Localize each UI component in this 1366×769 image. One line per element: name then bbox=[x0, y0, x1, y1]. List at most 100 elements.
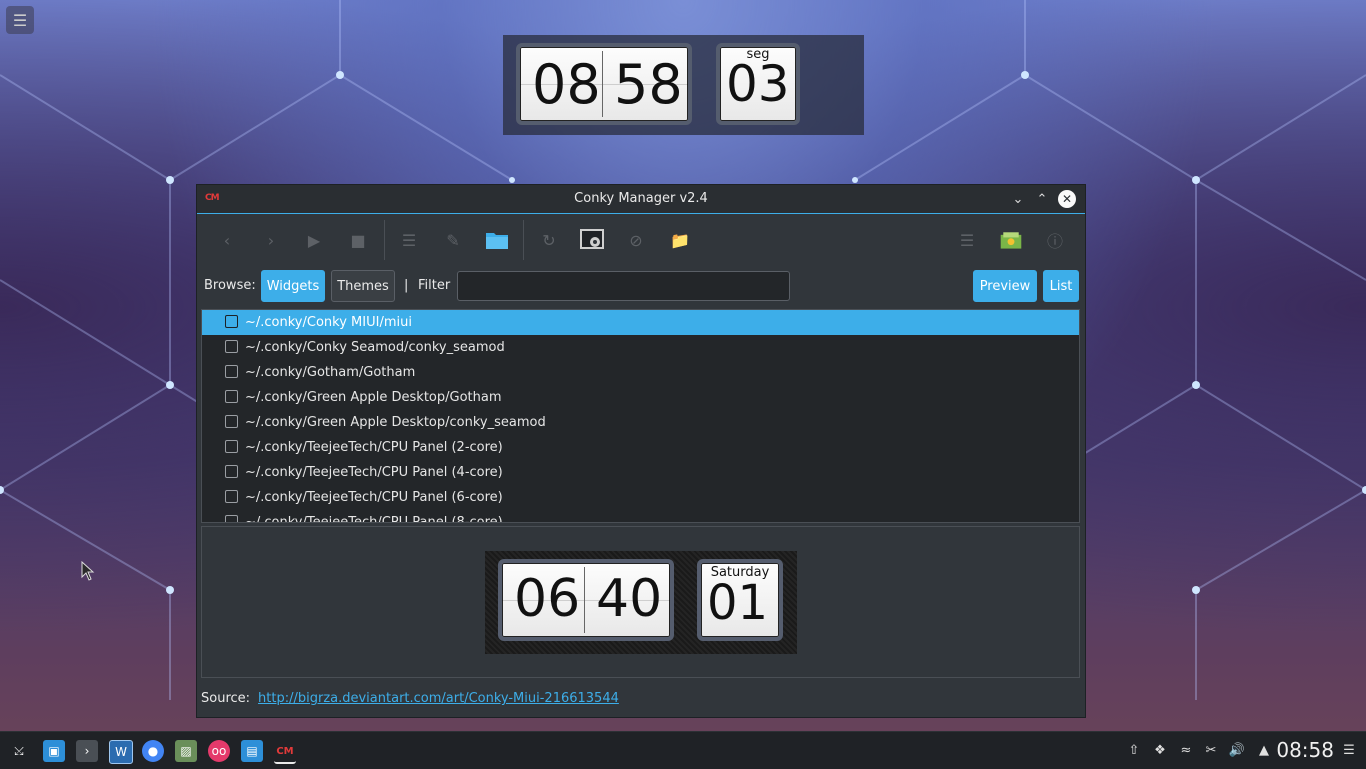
item-checkbox[interactable] bbox=[225, 340, 238, 353]
preview-image: 06 40 Saturday 01 bbox=[485, 551, 797, 654]
dropbox-tray[interactable]: ❖ bbox=[1151, 741, 1169, 759]
filter-input[interactable] bbox=[457, 271, 790, 301]
kill-button[interactable]: ⊘ bbox=[624, 228, 648, 252]
forward-button[interactable]: › bbox=[259, 228, 283, 252]
mouse-cursor-icon bbox=[81, 561, 95, 581]
list-item[interactable]: ~/.conky/Gotham/Gotham bbox=[202, 360, 1079, 385]
back-icon: ‹ bbox=[223, 230, 231, 250]
stop-button[interactable]: ■ bbox=[346, 228, 370, 252]
themes-button[interactable]: Themes bbox=[331, 270, 395, 302]
list-item[interactable]: ~/.conky/TeejeeTech/CPU Panel (6-core) bbox=[202, 485, 1079, 510]
item-checkbox[interactable] bbox=[225, 515, 238, 522]
preview-time-card: 06 40 bbox=[498, 559, 674, 641]
widgets-button[interactable]: Widgets bbox=[261, 270, 325, 302]
clipboard-icon: ✂ bbox=[1205, 742, 1217, 758]
flickr-button[interactable]: oo bbox=[208, 740, 230, 762]
item-path: ~/.conky/Gotham/Gotham bbox=[245, 365, 416, 380]
expand-icon: ▲ bbox=[1259, 742, 1269, 758]
update-tray[interactable]: ⇧ bbox=[1125, 741, 1143, 759]
info-icon: ⓘ bbox=[1046, 232, 1063, 251]
close-button[interactable]: ✕ bbox=[1058, 190, 1076, 208]
donate-button[interactable] bbox=[999, 228, 1023, 252]
list-item[interactable]: ~/.conky/TeejeeTech/CPU Panel (4-core) bbox=[202, 460, 1079, 485]
open-folder-icon bbox=[486, 233, 508, 249]
start-button[interactable]: ▶ bbox=[302, 228, 326, 252]
refresh-button[interactable]: ↻ bbox=[537, 228, 561, 252]
item-path: ~/.conky/Green Apple Desktop/conky_seamo… bbox=[245, 415, 546, 430]
expand-tray-button[interactable]: ▲ bbox=[1255, 741, 1273, 759]
window-titlebar[interactable]: CM Conky Manager v2.4 ⌄ ⌃ ✕ bbox=[197, 185, 1085, 214]
list-item[interactable]: ~/.conky/Green Apple Desktop/Gotham bbox=[202, 385, 1079, 410]
back-button[interactable]: ‹ bbox=[215, 228, 239, 252]
item-path: ~/.conky/TeejeeTech/CPU Panel (2-core) bbox=[245, 440, 503, 455]
browse-label: Browse: bbox=[204, 278, 256, 293]
close-icon: ✕ bbox=[1061, 192, 1073, 206]
chevron-down-icon: ⌄ bbox=[1012, 191, 1024, 207]
hamburger-icon: ☰ bbox=[12, 10, 28, 30]
dropbox-icon: ❖ bbox=[1154, 742, 1166, 758]
taskbar-menu-button[interactable]: ☰ bbox=[1340, 741, 1358, 759]
settings-icon: ☰ bbox=[959, 230, 975, 250]
image-viewer-icon: ▨ bbox=[180, 744, 192, 758]
document-icon: ▤ bbox=[246, 744, 258, 758]
item-checkbox[interactable] bbox=[225, 490, 238, 503]
clock-minute: 58 bbox=[614, 53, 683, 116]
preview-button[interactable]: Preview bbox=[973, 270, 1037, 302]
desktop-menu-button[interactable]: ☰ bbox=[6, 6, 34, 34]
item-checkbox[interactable] bbox=[225, 415, 238, 428]
wifi-icon: ≈ bbox=[1180, 742, 1192, 758]
source-line: Source: http://bigrza.deviantart.com/art/… bbox=[201, 691, 619, 706]
preview-pane: 06 40 Saturday 01 bbox=[201, 526, 1080, 678]
browser-button[interactable]: ● bbox=[142, 740, 164, 762]
screenshot-button[interactable] bbox=[580, 228, 604, 252]
edit-button[interactable]: ✎ bbox=[441, 228, 465, 252]
source-link[interactable]: http://bigrza.deviantart.com/art/Conky-M… bbox=[258, 691, 619, 706]
widget-list[interactable]: ~/.conky/Conky MIUI/miui ~/.conky/Conky … bbox=[201, 309, 1080, 523]
wifi-tray[interactable]: ≈ bbox=[1177, 741, 1195, 759]
play-icon: ▶ bbox=[307, 230, 321, 250]
list-item[interactable]: ~/.conky/Conky Seamod/conky_seamod bbox=[202, 335, 1079, 360]
item-checkbox[interactable] bbox=[225, 390, 238, 403]
settings-button[interactable]: ☰ bbox=[955, 228, 979, 252]
terminal-button[interactable]: › bbox=[76, 740, 98, 762]
kill-icon: ⊘ bbox=[629, 230, 643, 250]
launcher-button[interactable]: ⤩ bbox=[8, 740, 30, 762]
folder-icon: 📁 bbox=[670, 230, 690, 250]
list-item[interactable]: ~/.conky/Green Apple Desktop/conky_seamo… bbox=[202, 410, 1079, 435]
conky-manager-window: CM Conky Manager v2.4 ⌄ ⌃ ✕ ‹ › ▶ ■ ☰ ✎ … bbox=[196, 184, 1086, 718]
list-item[interactable]: ~/.conky/TeejeeTech/CPU Panel (2-core) bbox=[202, 435, 1079, 460]
item-path: ~/.conky/TeejeeTech/CPU Panel (4-core) bbox=[245, 465, 503, 480]
preview-minute: 40 bbox=[596, 569, 663, 629]
info-button[interactable]: ⓘ bbox=[1043, 228, 1067, 252]
wps-writer-icon: W bbox=[115, 745, 127, 759]
taskbar-clock[interactable]: 08:58 bbox=[1276, 738, 1334, 762]
list-item[interactable]: ~/.conky/Conky MIUI/miui bbox=[202, 310, 1079, 335]
item-checkbox[interactable] bbox=[225, 440, 238, 453]
clipboard-tray[interactable]: ✂ bbox=[1202, 741, 1220, 759]
volume-tray[interactable]: 🔊 bbox=[1228, 741, 1246, 759]
forward-icon: › bbox=[267, 230, 275, 250]
folder-button[interactable]: 📁 bbox=[668, 228, 692, 252]
item-checkbox[interactable] bbox=[225, 315, 238, 328]
file-manager-button[interactable]: ▣ bbox=[43, 740, 65, 762]
open-folder-button[interactable] bbox=[485, 228, 509, 252]
list-button[interactable]: List bbox=[1043, 270, 1079, 302]
main-toolbar: ‹ › ▶ ■ ☰ ✎ ↻ ⊘ 📁 ☰ ⓘ bbox=[197, 214, 1085, 266]
document-button[interactable]: ▤ bbox=[241, 740, 263, 762]
update-icon: ⇧ bbox=[1128, 742, 1140, 758]
minimize-button[interactable]: ⌄ bbox=[1009, 190, 1027, 208]
item-checkbox[interactable] bbox=[225, 365, 238, 378]
volume-icon: 🔊 bbox=[1228, 742, 1246, 758]
item-checkbox[interactable] bbox=[225, 465, 238, 478]
edit-icon: ✎ bbox=[446, 230, 460, 250]
tweak-button[interactable]: ☰ bbox=[397, 228, 421, 252]
conky-manager-task[interactable]: CM bbox=[274, 740, 296, 764]
list-item[interactable]: ~/.conky/TeejeeTech/CPU Panel (8-core) bbox=[202, 510, 1079, 522]
writer-button[interactable]: W bbox=[109, 740, 133, 764]
clock-day-card: seg 03 bbox=[716, 43, 800, 125]
maximize-button[interactable]: ⌃ bbox=[1033, 190, 1051, 208]
refresh-icon: ↻ bbox=[542, 230, 556, 250]
image-viewer-button[interactable]: ▨ bbox=[175, 740, 197, 762]
taskbar: ⤩ ▣ › W ● ▨ oo ▤ CM ⇧ ❖ ≈ ✂ 🔊 ▲ 08:58 ☰ bbox=[0, 731, 1366, 769]
preview-day: 01 bbox=[707, 575, 769, 631]
